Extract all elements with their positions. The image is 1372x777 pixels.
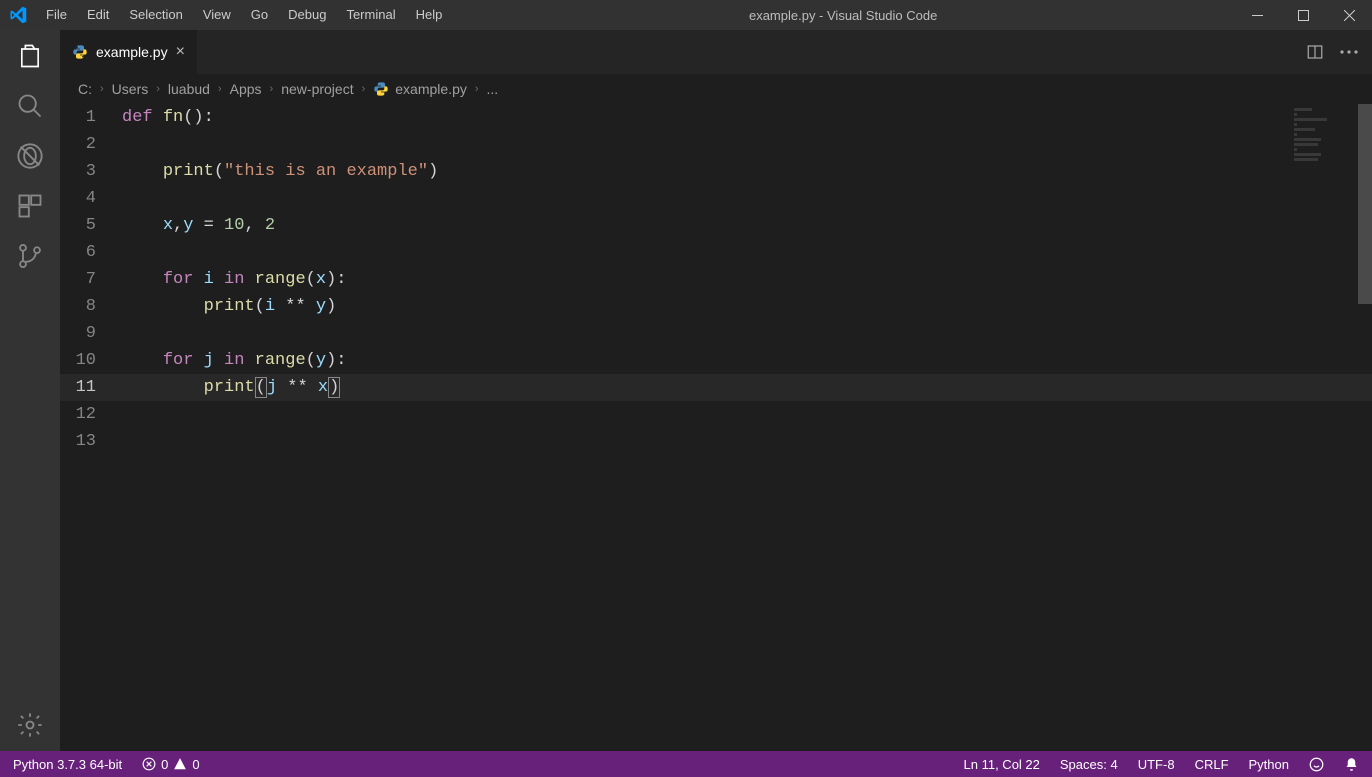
code-content[interactable]: print("this is an example") <box>116 162 438 181</box>
code-line[interactable]: 11 print(j ** x) <box>60 374 1372 401</box>
code-line[interactable]: 4 <box>60 185 1372 212</box>
status-bar: Python 3.7.3 64-bit 0 0 Ln 11, Col 22 Sp… <box>0 751 1372 777</box>
line-number: 4 <box>60 189 116 208</box>
breadcrumb-item[interactable]: example.py <box>373 81 467 97</box>
code-line[interactable]: 6 <box>60 239 1372 266</box>
menu-terminal[interactable]: Terminal <box>336 0 405 30</box>
code-content[interactable]: print(j ** x) <box>116 378 340 397</box>
menu-go[interactable]: Go <box>241 0 278 30</box>
activity-bar <box>0 30 60 751</box>
line-number: 1 <box>60 108 116 127</box>
window-title: example.py - Visual Studio Code <box>452 8 1234 23</box>
code-line[interactable]: 5 x,y = 10, 2 <box>60 212 1372 239</box>
code-content[interactable]: def fn(): <box>116 108 214 127</box>
code-content[interactable]: for j in range(y): <box>116 351 346 370</box>
line-number: 9 <box>60 324 116 343</box>
breadcrumb-item[interactable]: ... <box>487 81 499 97</box>
line-number: 12 <box>60 405 116 424</box>
tab-bar: example.py × <box>60 30 1372 74</box>
breadcrumb-item[interactable]: C: <box>78 81 92 97</box>
breadcrumb-item[interactable]: Apps <box>230 81 262 97</box>
eol[interactable]: CRLF <box>1192 757 1232 772</box>
menu-bar: File Edit Selection View Go Debug Termin… <box>36 0 452 30</box>
encoding[interactable]: UTF-8 <box>1135 757 1178 772</box>
close-tab-icon[interactable]: × <box>176 43 185 61</box>
language-mode[interactable]: Python <box>1246 757 1292 772</box>
line-number: 7 <box>60 270 116 289</box>
warning-count: 0 <box>192 757 199 772</box>
source-control-icon[interactable] <box>16 242 44 270</box>
tab-label: example.py <box>96 44 168 60</box>
notifications-bell-icon[interactable] <box>1341 757 1362 772</box>
menu-debug[interactable]: Debug <box>278 0 336 30</box>
maximize-button[interactable] <box>1280 0 1326 30</box>
menu-file[interactable]: File <box>36 0 77 30</box>
titlebar: File Edit Selection View Go Debug Termin… <box>0 0 1372 30</box>
code-line[interactable]: 1def fn(): <box>60 104 1372 131</box>
explorer-icon[interactable] <box>16 42 44 70</box>
feedback-smiley-icon[interactable] <box>1306 757 1327 772</box>
no-debug-icon[interactable] <box>16 142 44 170</box>
code-line[interactable]: 12 <box>60 401 1372 428</box>
code-line[interactable]: 10 for j in range(y): <box>60 347 1372 374</box>
close-button[interactable] <box>1326 0 1372 30</box>
vscode-logo-icon <box>0 6 36 24</box>
code-editor[interactable]: 1def fn():23 print("this is an example")… <box>60 104 1372 751</box>
python-interpreter[interactable]: Python 3.7.3 64-bit <box>10 757 125 772</box>
more-actions-icon[interactable] <box>1340 50 1358 54</box>
breadcrumb-item[interactable]: Users <box>112 81 149 97</box>
line-number: 2 <box>60 135 116 154</box>
code-line[interactable]: 2 <box>60 131 1372 158</box>
line-number: 10 <box>60 351 116 370</box>
line-number: 11 <box>60 378 116 397</box>
cursor-position[interactable]: Ln 11, Col 22 <box>961 757 1043 772</box>
error-count: 0 <box>161 757 168 772</box>
menu-view[interactable]: View <box>193 0 241 30</box>
menu-help[interactable]: Help <box>406 0 453 30</box>
breadcrumb-item[interactable]: new-project <box>281 81 353 97</box>
code-content[interactable]: x,y = 10, 2 <box>116 216 275 235</box>
code-line[interactable]: 3 print("this is an example") <box>60 158 1372 185</box>
extensions-icon[interactable] <box>16 192 44 220</box>
code-content[interactable]: for i in range(x): <box>116 270 346 289</box>
editor-region: example.py × C:› Users› luabud› Apps› ne… <box>60 30 1372 751</box>
minimize-button[interactable] <box>1234 0 1280 30</box>
code-line[interactable]: 13 <box>60 428 1372 455</box>
menu-selection[interactable]: Selection <box>119 0 192 30</box>
code-content[interactable]: print(i ** y) <box>116 297 336 316</box>
code-line[interactable]: 9 <box>60 320 1372 347</box>
tab-example-py[interactable]: example.py × <box>60 30 198 74</box>
line-number: 8 <box>60 297 116 316</box>
vertical-scrollbar[interactable] <box>1358 104 1372 751</box>
scrollbar-thumb[interactable] <box>1358 104 1372 304</box>
line-number: 13 <box>60 432 116 451</box>
line-number: 5 <box>60 216 116 235</box>
code-line[interactable]: 8 print(i ** y) <box>60 293 1372 320</box>
breadcrumb-item[interactable]: luabud <box>168 81 210 97</box>
minimap[interactable] <box>1294 108 1354 228</box>
main-area: example.py × C:› Users› luabud› Apps› ne… <box>0 30 1372 751</box>
window-controls <box>1234 0 1372 30</box>
line-number: 6 <box>60 243 116 262</box>
menu-edit[interactable]: Edit <box>77 0 119 30</box>
line-number: 3 <box>60 162 116 181</box>
problems-indicator[interactable]: 0 0 <box>139 757 202 772</box>
indentation[interactable]: Spaces: 4 <box>1057 757 1121 772</box>
settings-gear-icon[interactable] <box>16 711 44 739</box>
split-editor-icon[interactable] <box>1306 43 1324 61</box>
code-line[interactable]: 7 for i in range(x): <box>60 266 1372 293</box>
python-file-icon <box>72 44 88 60</box>
search-icon[interactable] <box>16 92 44 120</box>
breadcrumb: C:› Users› luabud› Apps› new-project› ex… <box>60 74 1372 104</box>
